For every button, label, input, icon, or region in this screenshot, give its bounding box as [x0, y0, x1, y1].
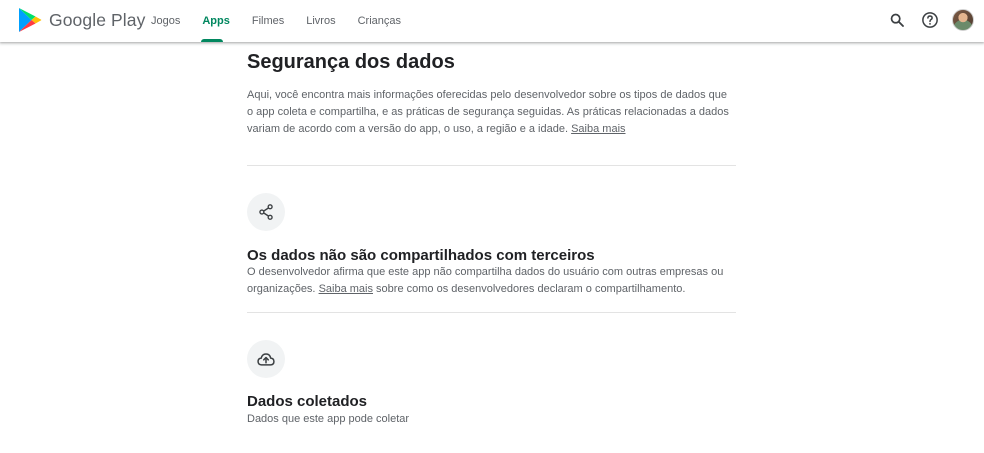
cloud-upload-icon-container: [247, 340, 285, 378]
share-icon: [259, 204, 273, 220]
page-title: Segurança dos dados: [247, 51, 455, 73]
section-desc-no-sharing: O desenvolvedor afirma que este app não …: [247, 264, 736, 298]
cloud-upload-icon: [257, 353, 275, 366]
account-avatar[interactable]: [952, 9, 974, 31]
google-play-logo-icon: [19, 8, 42, 32]
section-desc-text-after: sobre como os desenvolvedores declaram o…: [376, 283, 686, 295]
nav-tab-games[interactable]: Jogos: [140, 0, 191, 42]
nav-tab-kids[interactable]: Crianças: [347, 0, 412, 42]
help-icon[interactable]: [918, 8, 942, 32]
section-desc-data-collected: Dados que este app pode coletar: [247, 413, 410, 425]
divider: [247, 312, 736, 313]
learn-more-sharing-link[interactable]: Saiba mais: [319, 283, 373, 295]
search-icon[interactable]: [885, 8, 909, 32]
nav-tab-books[interactable]: Livros: [295, 0, 346, 42]
section-title-no-sharing: Os dados não são compartilhados com terc…: [247, 247, 595, 264]
active-tab-indicator: [201, 39, 223, 42]
nav-tab-movies[interactable]: Filmes: [241, 0, 295, 42]
intro-body: Aqui, você encontra mais informações ofe…: [247, 89, 729, 135]
logo-text: Google Play: [49, 9, 146, 30]
share-icon-container: [247, 193, 285, 231]
section-title-data-collected: Dados coletados: [247, 393, 368, 410]
nav-tab-apps[interactable]: Apps: [191, 0, 241, 42]
top-app-bar: Google Play Jogos Apps Filmes Livros Cri…: [0, 0, 984, 42]
learn-more-link[interactable]: Saiba mais: [571, 123, 625, 135]
intro-text: Aqui, você encontra mais informações ofe…: [247, 87, 736, 138]
google-play-logo[interactable]: Google Play: [18, 6, 145, 34]
divider: [247, 165, 736, 166]
main-nav: Jogos Apps Filmes Livros Crianças: [140, 0, 412, 42]
